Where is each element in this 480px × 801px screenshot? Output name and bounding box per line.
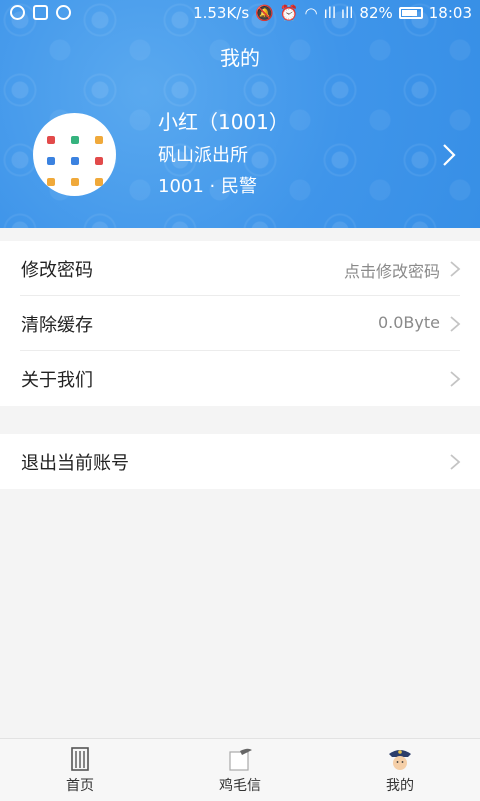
- about-us-row[interactable]: 关于我们: [0, 351, 480, 406]
- about-us-label: 关于我们: [21, 370, 93, 391]
- user-station: 矾山派出所: [158, 145, 248, 166]
- cache-size: 0.0Byte: [377, 313, 440, 332]
- chevron-right-icon: [450, 454, 461, 470]
- mute-icon: 🔕: [255, 4, 274, 22]
- account-group: 退出当前账号: [0, 434, 480, 489]
- user-name: 小红（1001）: [158, 110, 289, 134]
- tab-mine[interactable]: 我的: [340, 739, 460, 801]
- logout-row[interactable]: 退出当前账号: [0, 434, 480, 489]
- profile-chevron-right-icon[interactable]: [438, 142, 460, 168]
- tag-icon: [71, 178, 79, 187]
- house-icon: [71, 156, 79, 165]
- avatar-app-grid: [43, 133, 107, 189]
- car-icon: [47, 135, 55, 144]
- tab-home-label: 首页: [66, 778, 94, 794]
- status-icons-left: [10, 5, 71, 20]
- box-icon: [95, 178, 103, 187]
- logout-label: 退出当前账号: [21, 453, 129, 474]
- chevron-right-icon: [450, 316, 461, 332]
- change-password-row[interactable]: 修改密码 点击修改密码: [0, 241, 480, 296]
- profile-header: 1.53K/s 🔕 ⏰ ◠ ıll ıll 82% 18:03 我的 小红（10…: [0, 0, 480, 228]
- cloud-icon: [56, 5, 71, 20]
- clear-cache-label: 清除缓存: [21, 315, 93, 336]
- clock: 18:03: [428, 4, 472, 22]
- battery-icon: [398, 7, 423, 19]
- signal-icon: ıll ıll: [323, 4, 354, 22]
- bag-icon: [47, 178, 55, 187]
- plane-icon: [71, 135, 79, 144]
- battery-percent: 82%: [359, 4, 393, 22]
- note-icon: [95, 135, 103, 144]
- clear-cache-row[interactable]: 清除缓存 0.0Byte: [0, 296, 480, 351]
- chevron-right-icon: [450, 261, 461, 277]
- cart-icon: [95, 156, 103, 165]
- tab-letter[interactable]: 鸡毛信: [180, 739, 300, 801]
- sync-icon: [10, 5, 25, 20]
- page-title: 我的: [220, 46, 260, 70]
- chevron-right-icon: [450, 371, 461, 387]
- police-icon: [389, 750, 411, 770]
- user-role: 1001 · 民警: [158, 176, 257, 197]
- bottom-tab-bar: 首页 鸡毛信 我的: [0, 738, 480, 801]
- avatar[interactable]: [33, 113, 116, 196]
- status-bar: 1.53K/s 🔕 ⏰ ◠ ıll ıll 82% 18:03: [0, 0, 480, 28]
- tab-letter-label: 鸡毛信: [219, 778, 261, 794]
- image-icon: [33, 5, 48, 20]
- letter-icon: [229, 748, 252, 771]
- building-icon: [71, 747, 89, 771]
- status-icons-right: 1.53K/s 🔕 ⏰ ◠ ıll ıll 82% 18:03: [193, 4, 472, 22]
- doc-icon: [47, 156, 55, 165]
- tab-home[interactable]: 首页: [20, 739, 140, 801]
- change-password-label: 修改密码: [21, 260, 93, 281]
- wifi-icon: ◠: [304, 4, 318, 22]
- network-speed: 1.53K/s: [193, 4, 250, 22]
- tab-mine-label: 我的: [386, 778, 414, 794]
- alarm-icon: ⏰: [279, 4, 299, 22]
- settings-group: 修改密码 点击修改密码 清除缓存 0.0Byte 关于我们: [0, 241, 480, 406]
- change-password-hint: 点击修改密码: [343, 262, 440, 281]
